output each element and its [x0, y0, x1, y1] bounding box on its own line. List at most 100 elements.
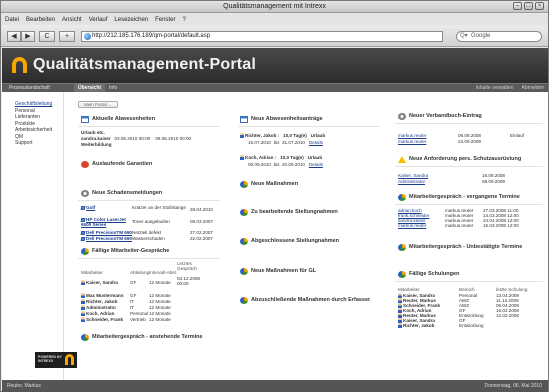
measures-icon: [240, 209, 248, 216]
title-bar: Qualitätsmanagement mit Intrexx – □ ×: [1, 1, 548, 13]
reload-button[interactable]: C: [39, 31, 55, 42]
manage-content-link[interactable]: Inhalte verwalten: [476, 84, 514, 92]
tools-icon: [81, 190, 89, 197]
menu-fenster[interactable]: Fenster: [155, 17, 175, 23]
menu-help[interactable]: ?: [182, 17, 185, 23]
logout-link[interactable]: Abmelden: [521, 84, 544, 92]
chart-icon: [398, 244, 406, 251]
powered-by-badge: POWERED BY INTREXX: [35, 352, 77, 368]
section-abgeschlossen: Abgeschlossene Stellungnahmen: [240, 237, 380, 246]
menu-ansicht[interactable]: Ansicht: [62, 17, 82, 23]
search-input[interactable]: Q▾ Google: [456, 31, 542, 42]
section-unbestaetigt: Mitarbeitergespräch - Unbestätigte Termi…: [398, 243, 546, 252]
list-item[interactable]: markus.reuter: [398, 133, 426, 139]
status-bar: Reuter, Markus Donnerstag, 06. Mai 2010: [2, 380, 548, 392]
search-placeholder: Google: [471, 33, 491, 39]
intrexx-logo: [12, 57, 27, 73]
section-gespraeche: Fällige Mitarbeiter-Gespräche: [81, 247, 221, 256]
section-abwesenheitsantraege: Neue Abwesenheitsanträge: [240, 115, 380, 124]
section-vergangen: Mitarbeitergespräch - vergangene Termine: [398, 193, 546, 202]
request-dates: 15.07.2010 bis 31.07.2010 Details: [248, 140, 323, 145]
section-massnahmen-gl: Neue Maßnahmen für GL: [240, 267, 380, 276]
minimize-icon[interactable]: –: [513, 2, 522, 10]
menu-bearbeiten[interactable]: Bearbeiten: [26, 17, 55, 23]
training-icon: [398, 271, 406, 278]
list-item[interactable]: markus.reuter: [398, 139, 426, 145]
back-button[interactable]: ◀: [7, 31, 21, 42]
section-massnahmen: Neue Maßnahmen: [240, 180, 380, 189]
warranty-icon: [81, 161, 89, 168]
measures-icon: [240, 181, 248, 188]
main-content: Geschäftsleitung Personal Lieferanten Pr…: [2, 92, 548, 380]
section-verbandbuch: Neuer Verbandbuch-Eintrag: [398, 112, 543, 121]
menu-bar: Datei Bearbeiten Ansicht Verlauf Lesezei…: [1, 14, 548, 25]
table-row[interactable]: Richter, Jakob: [398, 323, 434, 329]
request-dates: 06.09.2010 bis 20.09.2010 Details: [248, 162, 323, 167]
calendar-icon: [81, 116, 89, 123]
chart-icon: [398, 194, 406, 201]
window-controls: – □ ×: [513, 2, 544, 10]
url-field[interactable]: http://212.185.176.189/qm-portal/default…: [81, 31, 443, 42]
list-item[interactable]: Dell PrecisionTM 690: [80, 236, 132, 242]
section-stellungnahmen: Zu bearbeitende Stellungnahmen: [240, 208, 380, 217]
list-item[interactable]: markus.reuter: [398, 223, 426, 229]
section-abzuschliessen: Abzuschließende Maßnahmen durch Erfasser: [240, 296, 390, 305]
section-absences: Aktuelle Abwesenheiten: [81, 115, 221, 124]
intrexx-logo-small: [65, 354, 74, 365]
measures-icon: [240, 268, 248, 275]
chart-icon: [81, 248, 89, 255]
table-row[interactable]: Max Mustermann: [81, 293, 124, 299]
section-schutz: Neue Anforderung pers. Schutzausrüstung: [398, 155, 546, 164]
menu-verlauf[interactable]: Verlauf: [89, 17, 108, 23]
maximize-icon[interactable]: □: [524, 2, 533, 10]
absence-heading: Urlaub etc.: [81, 130, 105, 135]
table-row[interactable]: Administrator: [81, 305, 116, 311]
menu-lesezeichen[interactable]: Lesezeichen: [114, 17, 148, 23]
window-title: Qualitätsmanagement mit Intrexx: [223, 3, 326, 10]
details-link[interactable]: Details: [309, 140, 323, 145]
list-item[interactable]: Golf: [80, 205, 95, 211]
search-icon: Q▾: [460, 33, 468, 39]
measures-icon: [240, 297, 248, 304]
section-garantien: Auslaufende Garantien: [81, 160, 221, 169]
request-row: Richter, Jakob : 10,0 Tag(e) Urlaub: [240, 133, 325, 139]
portal-header: Qualitätsmanagement-Portal: [2, 48, 548, 83]
warning-icon: [398, 156, 406, 163]
list-item[interactable]: Dell PrecisionTM 690: [80, 230, 132, 236]
globe-icon: [84, 33, 91, 40]
section-anstehend: Mitarbeitergespräch - anstehende Termine: [81, 333, 221, 342]
list-item[interactable]: Kaiser, Sandra: [398, 173, 428, 179]
tab-info[interactable]: Info: [105, 84, 121, 92]
add-bookmark-button[interactable]: +: [59, 31, 75, 42]
forward-button[interactable]: ▶: [21, 31, 35, 42]
list-item[interactable]: HP Color LaserJet 6500 Series: [80, 217, 127, 227]
list-item[interactable]: Administrator: [398, 179, 425, 185]
menu-datei[interactable]: Datei: [5, 17, 19, 23]
details-link[interactable]: Details: [309, 162, 323, 167]
table-row[interactable]: Koch, Adrian: [81, 311, 114, 317]
absence-row: sandra.kaiser 03.05.2010 00:00 08.05.201…: [81, 136, 192, 141]
table-row[interactable]: Kaiser, Sandra: [81, 280, 118, 286]
close-icon[interactable]: ×: [535, 2, 544, 10]
table-row[interactable]: Richter, Jakob: [81, 299, 117, 305]
tab-uebersicht[interactable]: Übersicht: [74, 84, 106, 92]
request-row: Koch, Adrian : 10,0 Tag(e) Urlaub: [240, 155, 322, 161]
section-schulungen: Fällige Schulungen: [398, 270, 546, 279]
page-title: Qualitätsmanagement-Portal: [33, 56, 257, 73]
my-portal-button[interactable]: Mein Portal ...: [78, 101, 118, 108]
measures-icon: [240, 238, 248, 245]
browser-window: Qualitätsmanagement mit Intrexx – □ × Da…: [0, 0, 549, 392]
calendar-icon: [240, 116, 248, 123]
absence-reason: Weiterbildung: [81, 142, 112, 147]
current-date: Donnerstag, 06. Mai 2010: [484, 383, 542, 389]
tab-prozesslandschaft[interactable]: Prozesslandschaft: [5, 84, 54, 92]
top-links: Inhalte verwalten Abmelden: [476, 84, 544, 92]
sidebar-item-support[interactable]: Support: [2, 140, 63, 147]
chart-icon: [81, 334, 89, 341]
url-text: http://212.185.176.189/qm-portal/default…: [92, 33, 211, 39]
current-user: Reuter, Markus: [7, 383, 41, 389]
sidebar: Geschäftsleitung Personal Lieferanten Pr…: [2, 92, 77, 380]
section-schaden: Neue Schadensmeldungen: [81, 189, 221, 198]
first-aid-icon: [398, 113, 406, 120]
table-row[interactable]: Schneider, Frank: [81, 317, 123, 323]
